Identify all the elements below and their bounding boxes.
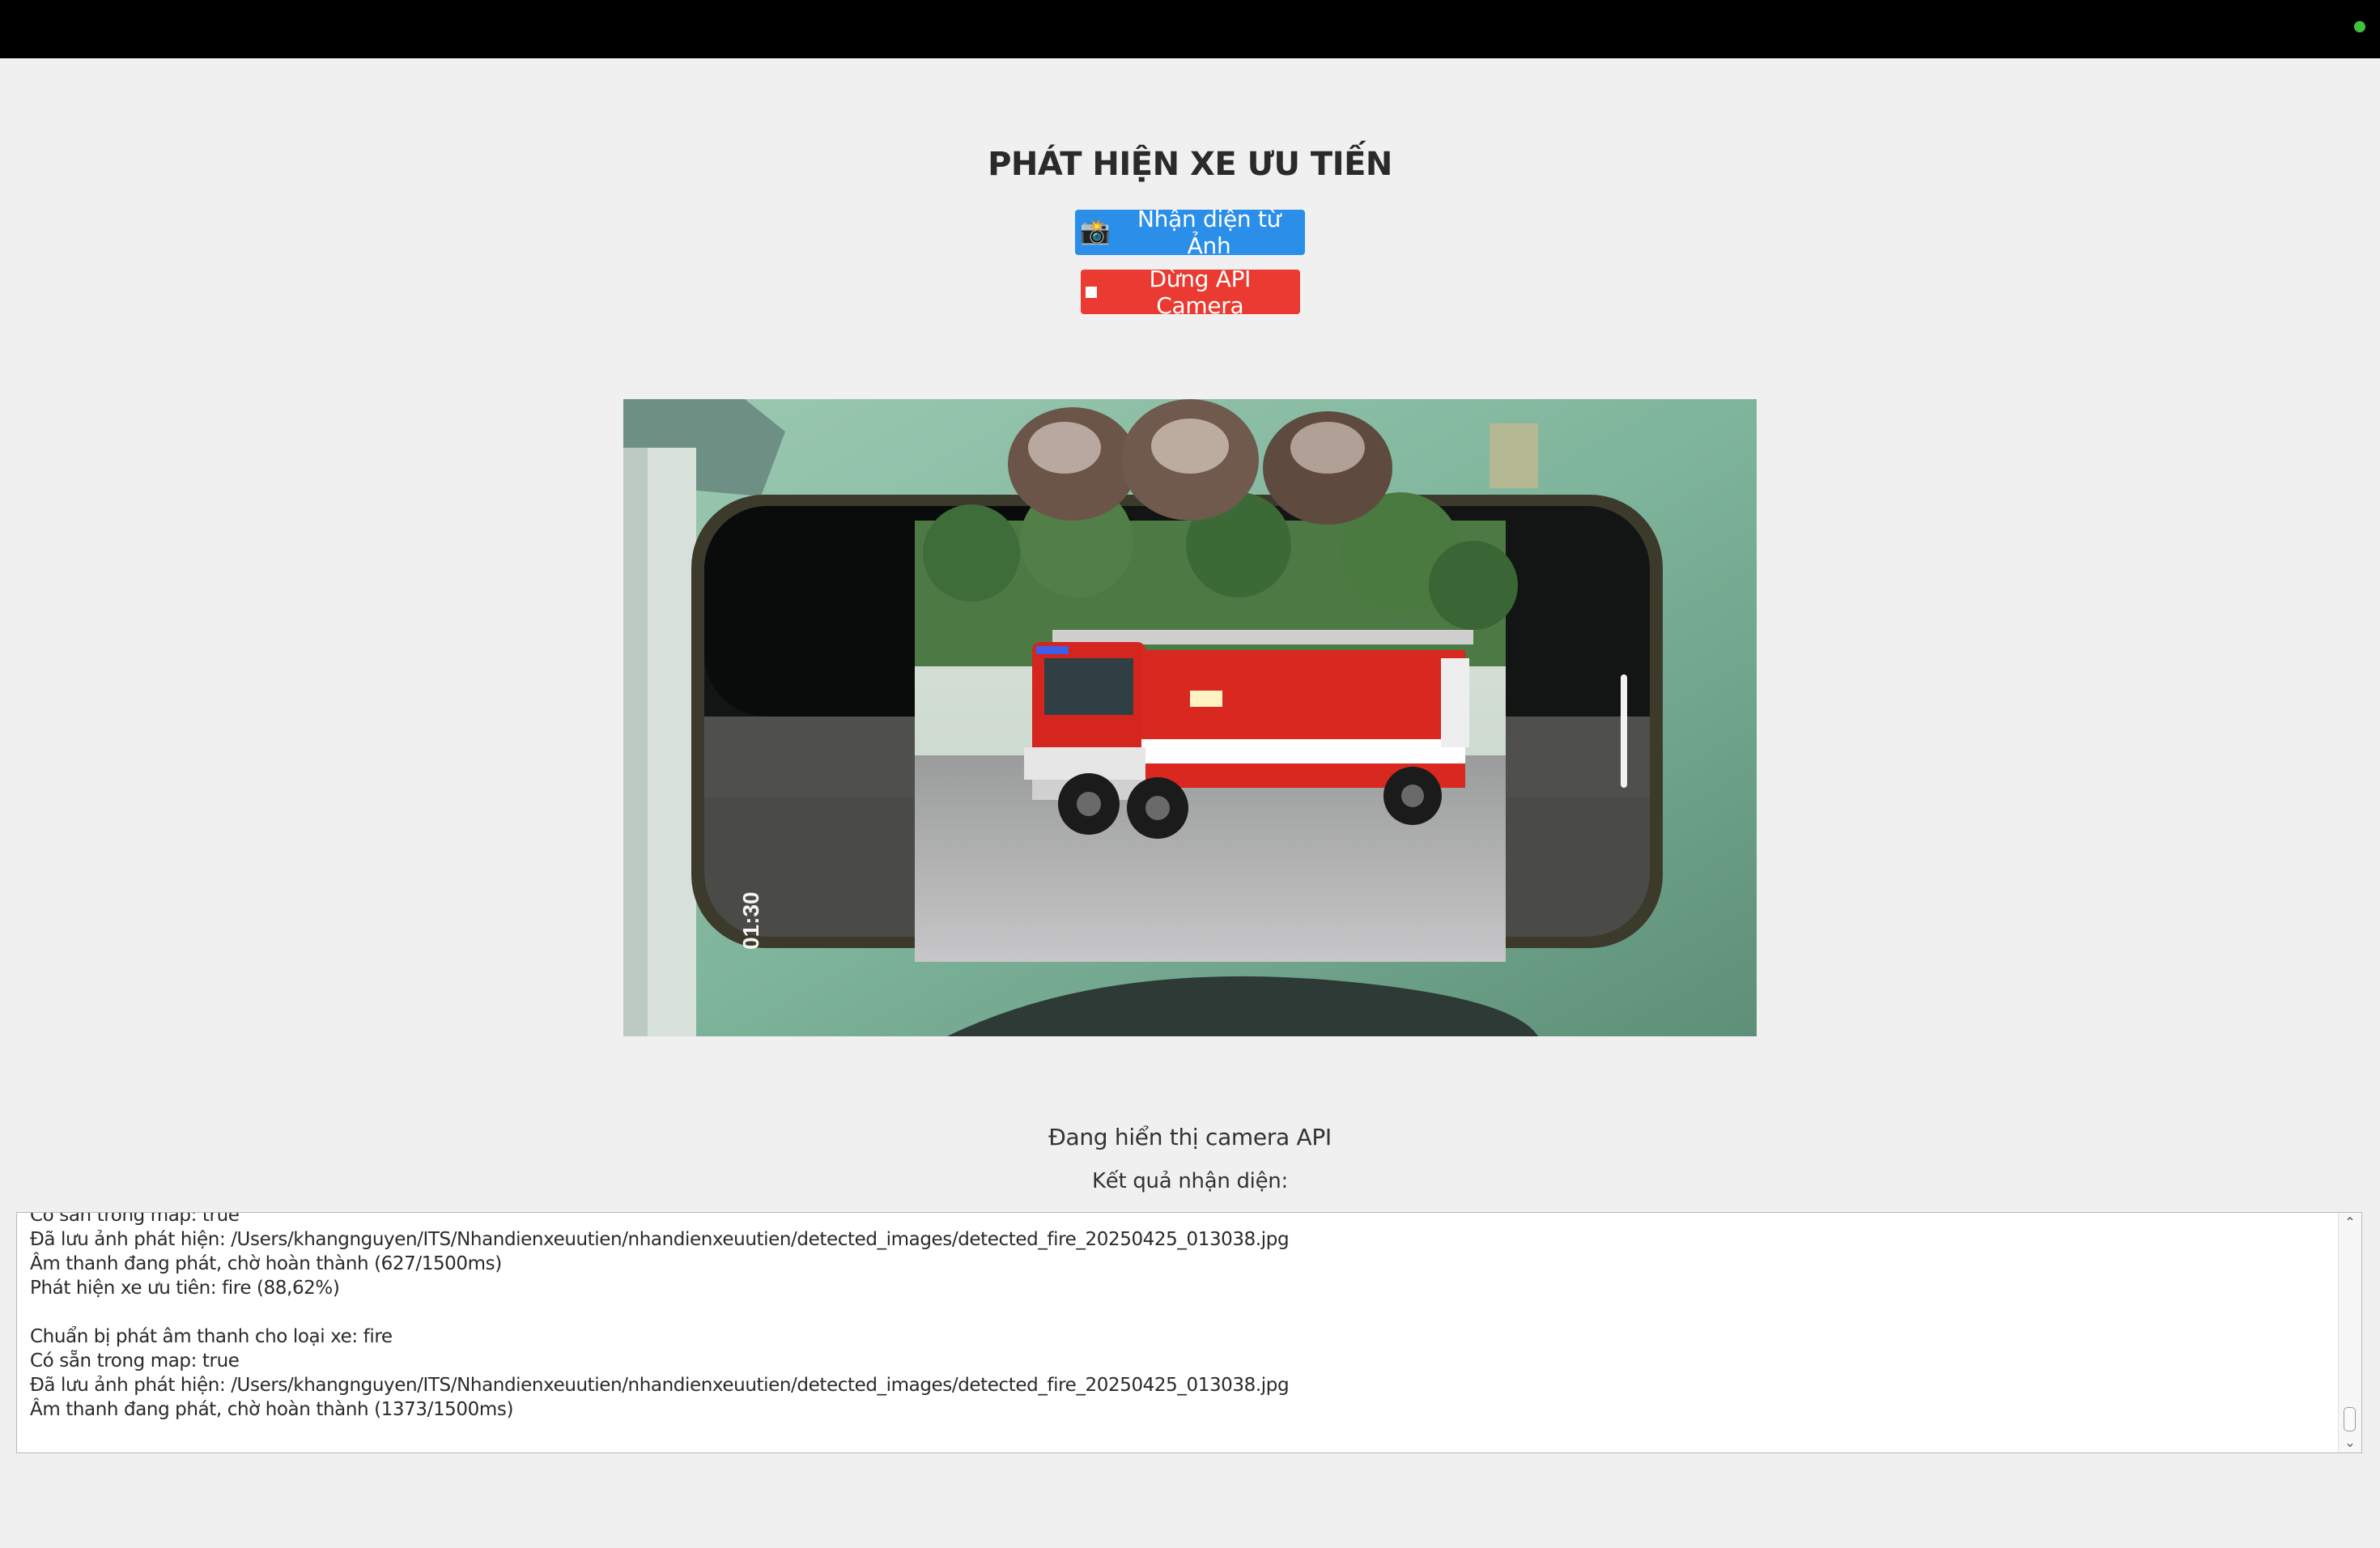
svg-text:01:30: 01:30 — [738, 891, 763, 950]
log-line: Phát hiện xe ưu tiên: fire (88,62%) — [30, 1278, 340, 1299]
stop-icon — [1086, 286, 1097, 298]
results-label: Kết quả nhận diện: — [1092, 1169, 1288, 1193]
top-bar — [0, 0, 2380, 58]
detect-from-image-button[interactable]: 📸 Nhận diện từ Ảnh — [1075, 206, 1305, 259]
detect-from-image-label: Nhận diện từ Ảnh — [1137, 206, 1281, 259]
log-line: Có sẵn trong map: true — [30, 1212, 240, 1226]
log-line: Đã lưu ảnh phát hiện: /Users/khangnguyen… — [30, 1375, 1290, 1396]
log-line: Đã lưu ảnh phát hiện: /Users/khangnguyen… — [30, 1229, 1290, 1250]
log-line: Âm thanh đang phát, chờ hoàn thành (627/… — [30, 1253, 502, 1274]
camera-feed: 01:30 — [623, 399, 1757, 1036]
scroll-up-arrow-icon[interactable]: ⌃ — [2339, 1213, 2361, 1232]
log-line: Có sẵn trong map: true — [30, 1350, 240, 1372]
log-scrollbar[interactable]: ⌃ ⌄ — [2338, 1213, 2361, 1452]
log-line: Chuẩn bị phát âm thanh cho loại xe: fire — [30, 1326, 393, 1347]
scroll-down-arrow-icon[interactable]: ⌄ — [2339, 1433, 2361, 1452]
log-line: Âm thanh đang phát, chờ hoàn thành (1373… — [30, 1399, 514, 1420]
stop-api-camera-label: Dừng API Camera — [1149, 265, 1252, 319]
page-title: PHÁT HIỆN XE ƯU TIẾN — [988, 146, 1392, 183]
camera-icon: 📸 — [1080, 218, 1111, 246]
status-indicator-dot — [2354, 21, 2365, 32]
camera-status-text: Đang hiển thị camera API — [1048, 1124, 1332, 1150]
scroll-thumb[interactable] — [2344, 1407, 2356, 1431]
results-log-textarea[interactable]: Có sẵn trong map: true Đã lưu ảnh phát h… — [16, 1212, 2362, 1453]
stop-api-camera-button[interactable]: Dừng API Camera — [1081, 266, 1300, 319]
results-log-content: Có sẵn trong map: true Đã lưu ảnh phát h… — [30, 1212, 2313, 1422]
camera-feed-image: 01:30 — [623, 399, 1757, 1036]
